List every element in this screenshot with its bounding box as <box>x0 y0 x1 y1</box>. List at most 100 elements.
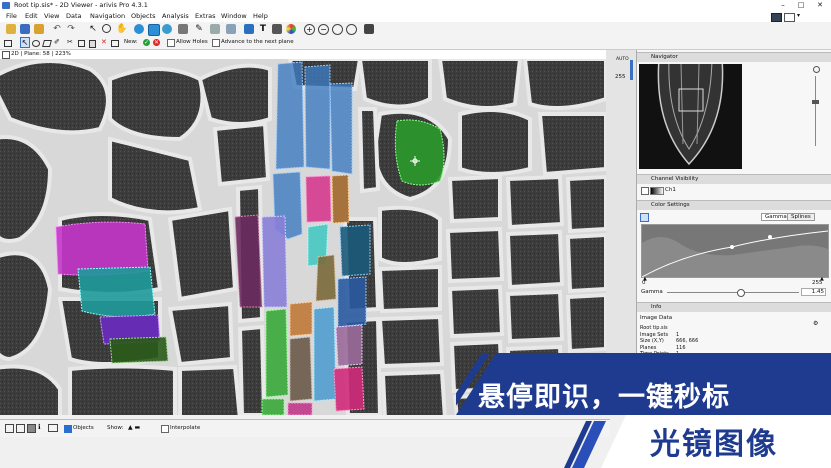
drawing-icon[interactable] <box>178 24 188 34</box>
objects-label: Objects <box>73 425 94 431</box>
info-title: Info <box>651 304 662 310</box>
magic-wand-icon[interactable] <box>148 24 160 36</box>
scalebar-icon[interactable] <box>272 24 282 34</box>
measure-icon[interactable] <box>226 24 236 34</box>
auto-label[interactable]: AUTO <box>616 57 629 62</box>
undo-icon[interactable]: ↶ <box>52 24 62 34</box>
main-toolbar: ↶ ↷ ↖ ✋ ✎ T + − <box>0 22 831 37</box>
histogram-svg <box>642 230 828 277</box>
select-arrow-icon[interactable]: ↖ <box>88 24 98 34</box>
brush-icon[interactable] <box>162 24 172 34</box>
merge-icon[interactable] <box>111 40 119 47</box>
axis-max-label: 255 <box>812 280 823 286</box>
menu-analysis[interactable]: Analysis <box>162 12 189 20</box>
text-icon[interactable]: T <box>258 24 268 34</box>
menu-help[interactable]: Help <box>253 12 268 20</box>
pan-hand-icon[interactable]: ✋ <box>116 24 127 34</box>
allow-holes-label: Allow Holes <box>176 39 208 45</box>
color-settings-header[interactable]: Color Settings <box>637 200 831 210</box>
gamma-slider-track[interactable] <box>667 292 799 293</box>
menu-window[interactable]: Window <box>221 12 247 20</box>
open-folder-icon[interactable] <box>6 24 16 34</box>
viewer-status-text: 2D | Plane: 58 | 223% <box>11 51 71 57</box>
pencil-icon[interactable]: ✎ <box>194 24 204 34</box>
banner-subtitle: 光镜图像 <box>650 427 778 462</box>
info-settings-icon[interactable]: ⚙ <box>813 320 818 327</box>
navigator-slider[interactable] <box>815 76 816 146</box>
dropdown-icon[interactable]: ▾ <box>797 12 800 19</box>
layers-icon[interactable] <box>134 24 144 34</box>
window-title: Root tip.sis* - 2D Viewer - arivis Pro 4… <box>14 1 148 9</box>
navigator-slider-thumb[interactable] <box>812 100 819 104</box>
range-slider-track[interactable] <box>630 60 633 80</box>
view-mode-icon-2[interactable] <box>16 424 25 433</box>
menu-extras[interactable]: Extras <box>195 12 216 20</box>
cut-icon[interactable]: ✂ <box>67 38 73 46</box>
zoom-fit-icon[interactable] <box>332 24 343 35</box>
zoom-icon[interactable] <box>102 24 111 33</box>
freehand-tool-icon[interactable]: ✐ <box>54 38 60 46</box>
objects-checkbox[interactable] <box>64 425 72 433</box>
color-mode-icon[interactable] <box>640 213 649 222</box>
tab-splines[interactable]: Splines <box>787 213 815 221</box>
navigator-zoom-icon[interactable] <box>813 66 820 73</box>
maximize-button[interactable]: □ <box>793 0 809 11</box>
delete-icon[interactable]: ✕ <box>101 38 107 46</box>
banner-headline: 悬停即识，一键秒标 <box>478 382 730 413</box>
layout-icon[interactable] <box>771 13 782 22</box>
menu-objects[interactable]: Objects <box>131 12 156 20</box>
cancel-icon[interactable]: ✕ <box>153 39 160 46</box>
advance-label: Advance to the next plane <box>221 39 294 45</box>
allow-holes-checkbox[interactable] <box>167 39 175 47</box>
table-icon[interactable] <box>244 24 254 34</box>
copy-icon[interactable] <box>78 40 85 47</box>
show-label: Show: <box>107 425 124 431</box>
accept-icon[interactable]: ✓ <box>143 39 150 46</box>
show-options-icon[interactable]: ▲ ▬ <box>128 424 140 431</box>
color-settings-title: Color Settings <box>651 202 690 208</box>
interpolate-checkbox[interactable] <box>161 425 169 433</box>
navigator-title: Navigator <box>651 54 678 60</box>
range-max-value: 255 <box>615 74 626 80</box>
arrow-tool-icon[interactable]: ↖ <box>20 37 30 48</box>
tools-icon[interactable] <box>210 24 220 34</box>
gamma-slider-thumb[interactable] <box>736 289 745 297</box>
camera-icon[interactable] <box>364 24 374 34</box>
ellipse-tool-icon[interactable] <box>32 40 40 47</box>
paste-icon[interactable] <box>89 40 96 48</box>
zoom-out-icon[interactable]: − <box>318 24 329 35</box>
histogram-plot[interactable] <box>641 224 829 278</box>
info-header[interactable]: Info <box>637 302 831 312</box>
export-icon[interactable] <box>34 24 44 34</box>
color-palette-icon[interactable] <box>286 24 296 34</box>
close-window-button[interactable]: ✕ <box>812 0 828 11</box>
menu-edit[interactable]: Edit <box>25 12 38 20</box>
zoom-in-icon[interactable]: + <box>304 24 315 35</box>
channel-visibility-header[interactable]: Channel Visibility <box>637 174 831 184</box>
save-icon[interactable] <box>20 24 30 34</box>
gamma-value-field[interactable]: 1.45 <box>801 288 826 296</box>
menu-data[interactable]: Data <box>66 12 82 20</box>
zoom-reset-icon[interactable] <box>346 24 357 35</box>
view-mode-icon-3[interactable] <box>27 424 36 433</box>
menu-navigation[interactable]: Navigation <box>90 12 125 20</box>
redo-icon[interactable]: ↷ <box>66 24 76 34</box>
menu-file[interactable]: File <box>6 12 17 20</box>
ch1-checkbox[interactable] <box>641 187 649 195</box>
view-mode-icon-1[interactable] <box>5 424 14 433</box>
interpolate-label: Interpolate <box>170 425 201 431</box>
navigator-header[interactable]: Navigator <box>637 52 831 62</box>
title-bar: Root tip.sis* - 2D Viewer - arivis Pro 4… <box>0 0 831 11</box>
info-icon[interactable]: ℹ <box>38 423 41 431</box>
rect-tool-icon[interactable] <box>4 40 12 47</box>
menu-bar: File Edit View Data Navigation Objects A… <box>0 11 831 22</box>
layout-alt-icon[interactable] <box>784 13 795 22</box>
advance-checkbox[interactable] <box>212 39 220 47</box>
polygon-tool-icon[interactable] <box>42 40 52 47</box>
axis-min-label: 0 <box>642 280 646 286</box>
navigator-thumbnail[interactable] <box>639 64 742 169</box>
minimize-button[interactable]: – <box>775 0 791 11</box>
monitor-icon[interactable] <box>48 424 58 432</box>
menu-view[interactable]: View <box>44 12 59 20</box>
new-label: New: <box>124 39 138 45</box>
